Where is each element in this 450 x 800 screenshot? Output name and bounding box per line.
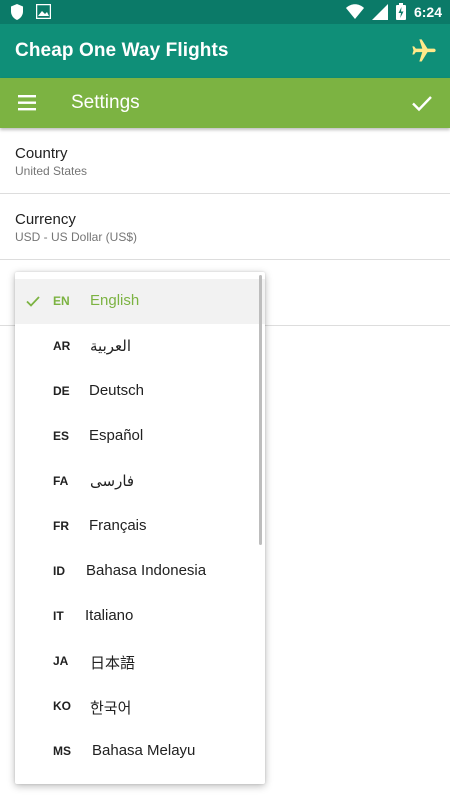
language-name: 한국어 [90,700,132,717]
language-name: فارسی [90,473,135,490]
app-bar: Cheap One Way Flights [0,24,450,78]
language-code: DE [53,384,70,398]
toolbar-title: Settings [71,92,140,113]
language-code: EN [53,294,70,308]
status-bar: 6:24 [0,0,450,24]
settings-toolbar: Settings [0,78,450,128]
language-name: 日本語 [90,655,136,672]
language-name: Bahasa Melayu [92,742,196,759]
country-label: Country [15,145,68,162]
language-code: FA [53,474,69,488]
language-name: English [90,292,140,309]
language-name: Deutsch [89,382,145,399]
language-name: Bahasa Indonesia [86,562,207,579]
language-option-fr[interactable]: FR Français [15,504,265,549]
language-option-en[interactable]: EN English [15,279,265,324]
language-name: العربية [90,338,131,355]
status-time: 6:24 [413,3,442,20]
wifi-icon [345,3,364,19]
language-code: KO [53,699,71,713]
language-option-ms[interactable]: MS Bahasa Melayu [15,729,265,774]
airplane-icon[interactable] [410,37,438,65]
shield-icon [11,4,23,20]
language-code: IT [53,609,64,623]
check-icon [26,296,40,307]
language-name: Español [89,427,144,444]
country-value: United States [15,164,88,178]
language-code: ES [53,429,70,443]
currency-value: USD - US Dollar (US$) [15,230,138,244]
check-icon[interactable] [410,91,434,115]
language-name: Français [89,517,147,534]
language-option-id[interactable]: ID Bahasa Indonesia [15,549,265,594]
dropdown-scrollbar[interactable] [259,275,262,545]
language-name: Italiano [85,607,134,624]
language-option-fa[interactable]: FA فارسی [15,459,265,504]
language-option-de[interactable]: DE Deutsch [15,369,265,414]
language-dropdown: EN English AR العربية DE Deutsch ES Espa… [15,272,265,784]
language-code: JA [53,654,69,668]
app-title: Cheap One Way Flights [15,40,229,61]
language-option-ar[interactable]: AR العربية [15,324,265,369]
currency-label: Currency [15,211,76,228]
image-icon [36,4,51,19]
signal-icon [371,3,388,20]
language-code: ID [53,564,65,578]
menu-icon[interactable] [16,92,40,114]
country-setting[interactable]: Country United States [0,128,450,194]
currency-setting[interactable]: Currency USD - US Dollar (US$) [0,194,450,260]
language-code: FR [53,519,69,533]
language-option-ja[interactable]: JA 日本語 [15,639,265,684]
language-code: AR [53,339,71,353]
language-option-it[interactable]: IT Italiano [15,594,265,639]
language-option-ko[interactable]: KO 한국어 [15,684,265,729]
battery-icon [395,3,406,20]
language-option-es[interactable]: ES Español [15,414,265,459]
language-code: MS [53,744,71,758]
